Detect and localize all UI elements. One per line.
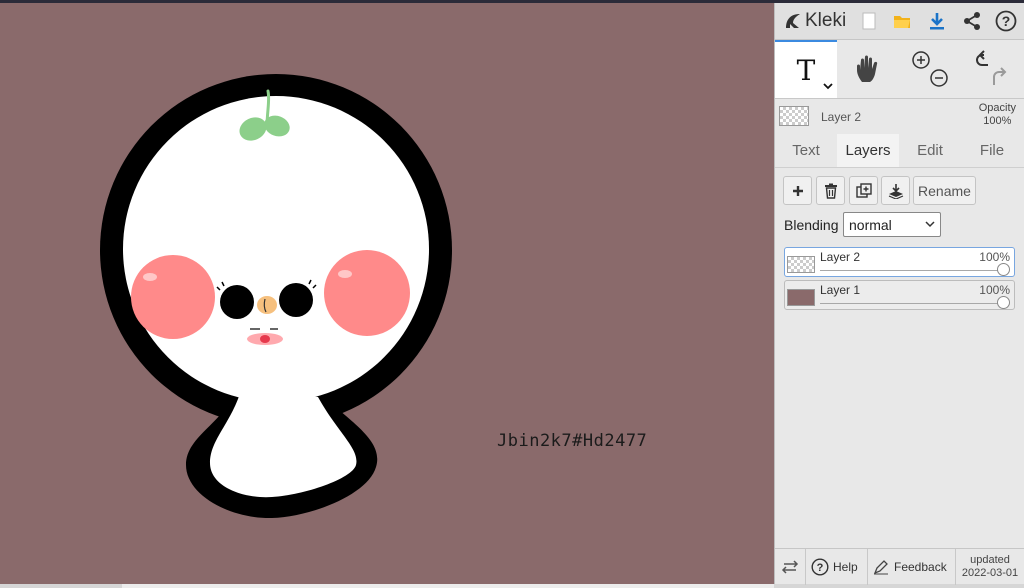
merge-down-icon: [888, 183, 903, 199]
share-button[interactable]: [960, 9, 984, 33]
panel-header: Kleki ?: [775, 3, 1024, 40]
undo-redo-buttons[interactable]: [961, 40, 1023, 98]
help-button[interactable]: ?: [994, 9, 1018, 33]
opacity-display[interactable]: Opacity 100%: [979, 102, 1016, 128]
blush-right: [324, 250, 410, 336]
hand-tool-button[interactable]: [837, 40, 899, 98]
eye-right: [279, 283, 313, 317]
download-button[interactable]: [925, 9, 949, 33]
feedback-pen-icon: [873, 560, 888, 575]
hand-tool-icon: [857, 55, 878, 82]
layer-opacity: 100%: [979, 283, 1010, 297]
panel-tabs: Text Layers Edit File: [775, 134, 1024, 168]
layer-name: Layer 2: [820, 250, 861, 264]
layer-row-layer-1[interactable]: Layer 1 100%: [784, 280, 1015, 310]
new-image-icon: [862, 12, 876, 30]
nose: [257, 296, 277, 314]
zoom-buttons[interactable]: [899, 40, 961, 98]
delete-layer-icon: [824, 183, 837, 199]
add-layer-icon: [792, 185, 803, 196]
blending-value: normal: [849, 216, 892, 233]
open-button[interactable]: [890, 9, 914, 33]
character-head: [123, 96, 429, 402]
swap-side-button[interactable]: [781, 549, 799, 585]
share-icon: [964, 12, 980, 30]
layer-thumbnail: [787, 256, 815, 273]
updated-label: updated: [970, 554, 1010, 566]
swap-arrows-icon: [781, 560, 799, 574]
layer-opacity-slider[interactable]: [820, 270, 1003, 271]
current-layer-name: Layer 2: [821, 110, 862, 124]
feedback-label: Feedback: [894, 560, 947, 574]
opacity-value: 100%: [983, 115, 1012, 127]
layer-opacity-slider[interactable]: [820, 303, 1003, 304]
eye-left: [220, 285, 254, 319]
kleki-logo-icon: [786, 14, 800, 28]
help-label: Help: [833, 560, 858, 574]
download-icon: [930, 13, 944, 30]
drawing-canvas[interactable]: Jbin2k7#Hd2477: [0, 3, 774, 584]
blush-left: [131, 255, 215, 339]
merge-down-button[interactable]: [881, 176, 910, 205]
layer-opacity: 100%: [979, 250, 1010, 264]
svg-text:?: ?: [1002, 13, 1011, 29]
tab-edit[interactable]: Edit: [899, 134, 961, 167]
updated-info: updated 2022-03-01: [957, 554, 1023, 580]
app-name: Kleki: [805, 10, 847, 31]
rename-layer-button[interactable]: Rename: [913, 176, 976, 205]
tab-file[interactable]: File: [961, 134, 1023, 167]
panel-footer: ? Help Feedback updated 2022-03-01: [775, 548, 1024, 585]
duplicate-layer-button[interactable]: [849, 176, 878, 205]
text-tool-button[interactable]: T: [775, 40, 837, 98]
new-image-button[interactable]: [857, 9, 881, 33]
updated-date: 2022-03-01: [961, 567, 1019, 579]
tab-text[interactable]: Text: [775, 134, 837, 167]
signature-text: Jbin2k7#Hd2477: [497, 431, 648, 451]
add-layer-button[interactable]: [783, 176, 812, 205]
chevron-down-icon: [823, 83, 833, 90]
feedback-link[interactable]: Feedback: [873, 549, 947, 585]
layer-opacity-slider-handle[interactable]: [997, 263, 1010, 276]
layer-opacity-slider-handle[interactable]: [997, 296, 1010, 309]
blending-label: Blending: [784, 217, 839, 233]
blending-select[interactable]: normal: [843, 212, 941, 237]
kleki-logo[interactable]: Kleki: [783, 9, 846, 33]
help-icon: ?: [811, 558, 829, 576]
text-tool-icon: T: [796, 53, 816, 87]
artwork: [100, 74, 452, 519]
tab-layers[interactable]: Layers: [837, 134, 899, 167]
side-panel: Kleki ? T Layer 2 Opacity 100% Text Laye…: [774, 3, 1024, 585]
svg-text:?: ?: [817, 562, 824, 574]
chevron-down-icon: [925, 221, 935, 228]
toolbar: T: [775, 40, 1024, 99]
undo-redo-icon: [976, 50, 1007, 85]
layer-name: Layer 1: [820, 283, 861, 297]
delete-layer-button[interactable]: [816, 176, 845, 205]
open-folder-icon: [894, 16, 910, 28]
layer-thumbnail: [787, 289, 815, 306]
current-layer-thumbnail: [779, 106, 809, 126]
opacity-label: Opacity: [978, 102, 1016, 114]
current-layer-info: Layer 2 Opacity 100%: [775, 99, 1024, 133]
help-icon: ?: [995, 10, 1017, 32]
zoom-icon: [912, 51, 948, 87]
duplicate-layer-icon: [855, 182, 872, 198]
help-link[interactable]: ? Help: [811, 549, 858, 585]
layer-row-layer-2[interactable]: Layer 2 100%: [784, 247, 1015, 277]
